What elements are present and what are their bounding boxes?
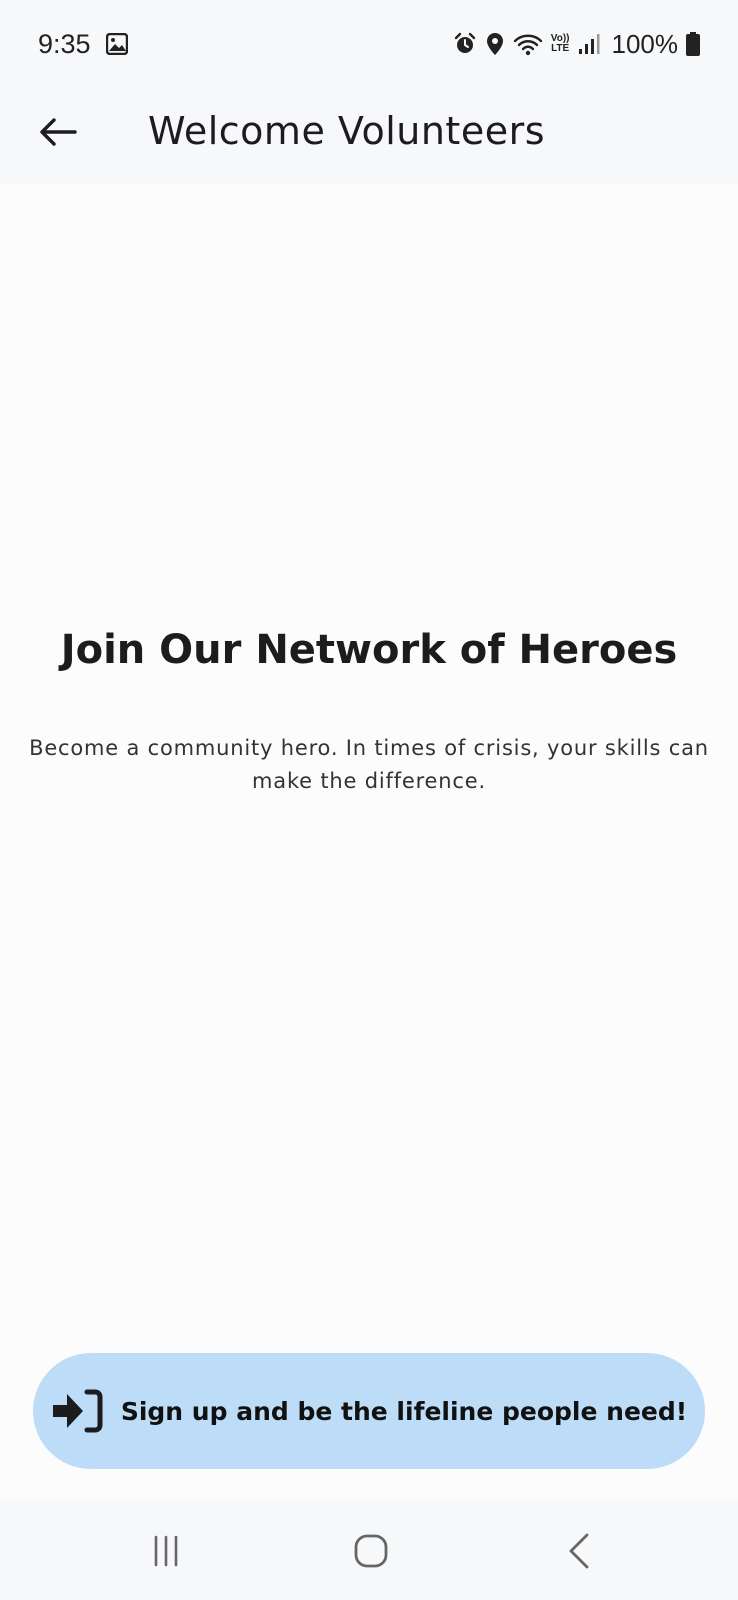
- recent-apps-icon: [154, 1535, 178, 1567]
- location-icon: [485, 32, 505, 56]
- wifi-icon: [513, 32, 543, 56]
- hero-subtitle: Become a community hero. In times of cri…: [29, 736, 709, 793]
- recent-apps-button[interactable]: [136, 1521, 196, 1581]
- signup-button[interactable]: Sign up and be the lifeline people need!: [33, 1353, 705, 1469]
- status-bar: 9:35 Vo)) LTE 100%: [0, 0, 738, 88]
- status-time: 9:35: [38, 29, 91, 59]
- arrow-back-icon: [40, 118, 77, 146]
- back-button[interactable]: [30, 104, 86, 160]
- alarm-icon: [453, 32, 477, 56]
- hero-title: Join Our Network of Heroes: [60, 627, 678, 673]
- battery-icon: [686, 32, 700, 56]
- home-icon: [354, 1534, 388, 1568]
- signal-icon: [578, 33, 600, 55]
- page-title: Welcome Volunteers: [148, 109, 545, 153]
- nav-back-button[interactable]: [549, 1521, 609, 1581]
- home-button[interactable]: [341, 1521, 401, 1581]
- network-type: Vo)) LTE: [551, 34, 570, 54]
- battery-percentage: 100%: [611, 28, 679, 59]
- status-icons: Vo)) LTE 100%: [453, 26, 700, 62]
- login-icon: [52, 1389, 103, 1433]
- network-lte: LTE: [551, 43, 570, 54]
- gallery-icon: [105, 32, 129, 56]
- app-bar: Welcome Volunteers: [0, 88, 738, 184]
- system-nav-bar: [0, 1501, 738, 1600]
- signup-button-label: Sign up and be the lifeline people need!: [120, 1396, 688, 1426]
- hero-section: Join Our Network of Heroes Become a comm…: [0, 620, 738, 798]
- back-icon: [569, 1533, 589, 1569]
